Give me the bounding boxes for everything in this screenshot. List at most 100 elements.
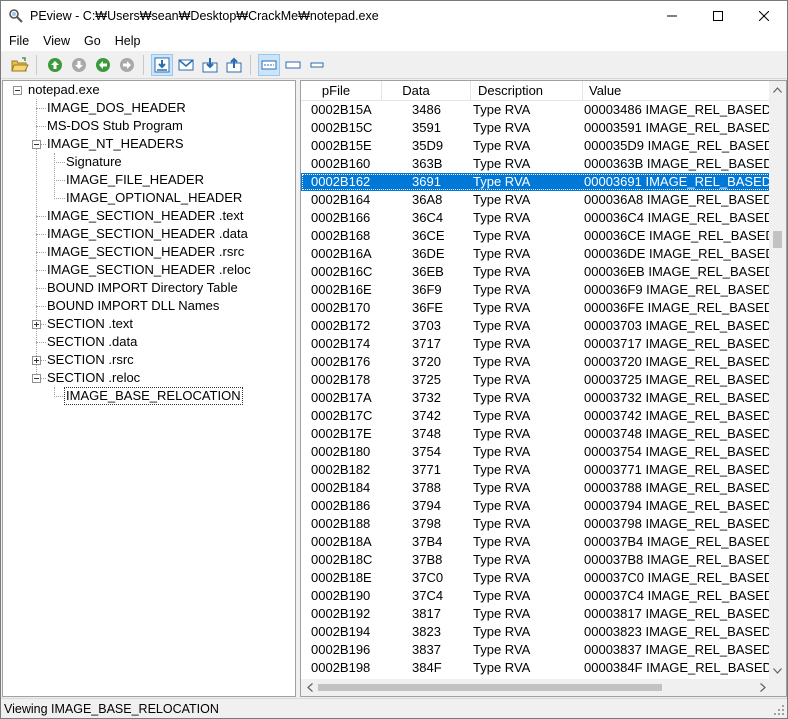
scroll-down-icon[interactable] bbox=[769, 662, 786, 679]
table-row[interactable]: 0002B176 3720 Type RVA 00003720 IMAGE_REL_B… bbox=[301, 353, 771, 371]
table-row[interactable]: 0002B15E 35D9 Type RVA 000035D9 IMAGE_REL_B… bbox=[301, 137, 771, 155]
nav-forward-button[interactable] bbox=[116, 54, 138, 76]
cell-data: 37C4 bbox=[412, 588, 444, 603]
table-row[interactable]: 0002B17A 3732 Type RVA 00003732 IMAGE_REL_B… bbox=[301, 389, 771, 407]
vertical-scroll-thumb[interactable] bbox=[773, 231, 782, 248]
table-row[interactable]: 0002B16C 36EB Type RVA 000036EB IMAGE_REL_B… bbox=[301, 263, 771, 281]
table-row[interactable]: 0002B18A 37B4 Type RVA 000037B4 IMAGE_REL_B… bbox=[301, 533, 771, 551]
table-row[interactable]: 0002B172 3703 Type RVA 00003703 IMAGE_REL_B… bbox=[301, 317, 771, 335]
tree-item-dos-stub[interactable]: MS-DOS Stub Program bbox=[45, 117, 185, 135]
table-row[interactable]: 0002B196 3837 Type RVA 00003837 IMAGE_REL_B… bbox=[301, 641, 771, 659]
view-import-button[interactable] bbox=[199, 54, 221, 76]
table-row[interactable]: 0002B194 3823 Type RVA 00003823 IMAGE_REL_B… bbox=[301, 623, 771, 641]
tree-item-section-reloc[interactable]: SECTION .reloc bbox=[45, 369, 142, 387]
tree-item-bound-import-names[interactable]: BOUND IMPORT DLL Names bbox=[45, 297, 221, 315]
table-row[interactable]: 0002B164 36A8 Type RVA 000036A8 IMAGE_REL_B… bbox=[301, 191, 771, 209]
table-row[interactable]: 0002B18C 37B8 Type RVA 000037B8 IMAGE_REL_B… bbox=[301, 551, 771, 569]
table-row[interactable]: 0002B188 3798 Type RVA 00003798 IMAGE_REL_B… bbox=[301, 515, 771, 533]
tree-collapse-toggle[interactable] bbox=[32, 374, 41, 383]
tree-item-signature[interactable]: Signature bbox=[64, 153, 124, 171]
vertical-scrollbar[interactable] bbox=[769, 81, 786, 679]
table-row[interactable]: 0002B180 3754 Type RVA 00003754 IMAGE_REL_B… bbox=[301, 443, 771, 461]
cell-description: Type RVA bbox=[473, 660, 531, 675]
close-button[interactable] bbox=[741, 1, 787, 31]
tree-collapse-toggle[interactable] bbox=[13, 86, 22, 95]
tree-item-file-header[interactable]: IMAGE_FILE_HEADER bbox=[64, 171, 206, 189]
section-tree[interactable]: notepad.exe IMAGE_DOS_HEADER MS-DOS Stub… bbox=[2, 80, 296, 697]
menu-file[interactable]: File bbox=[1, 31, 36, 52]
tree-expand-toggle[interactable] bbox=[32, 356, 41, 365]
table-row[interactable]: 0002B162 3691 Type RVA 00003691 IMAGE_REL_B… bbox=[301, 173, 771, 191]
table-row[interactable]: 0002B18E 37C0 Type RVA 000037C0 IMAGE_REL_B… bbox=[301, 569, 771, 587]
column-header-value[interactable]: Value bbox=[583, 81, 771, 101]
view-hex-button[interactable] bbox=[151, 54, 173, 76]
view-list-button[interactable] bbox=[258, 54, 280, 76]
table-row[interactable]: 0002B190 37C4 Type RVA 000037C4 IMAGE_REL_B… bbox=[301, 587, 771, 605]
table-row[interactable]: 0002B16E 36F9 Type RVA 000036F9 IMAGE_REL_B… bbox=[301, 281, 771, 299]
minimize-button[interactable] bbox=[649, 1, 695, 31]
table-row[interactable]: 0002B174 3717 Type RVA 00003717 IMAGE_REL_B… bbox=[301, 335, 771, 353]
table-row[interactable]: 0002B166 36C4 Type RVA 000036C4 IMAGE_REL_B… bbox=[301, 209, 771, 227]
relocation-list[interactable]: pFile Data Description Value 0002B15A 348… bbox=[300, 80, 787, 697]
open-file-button[interactable] bbox=[9, 54, 31, 76]
tree-item-nt-headers[interactable]: IMAGE_NT_HEADERS bbox=[45, 135, 186, 153]
column-header-data[interactable]: Data bbox=[382, 81, 471, 101]
tree-item-section-header-rsrc[interactable]: IMAGE_SECTION_HEADER .rsrc bbox=[45, 243, 246, 261]
table-row[interactable]: 0002B17E 3748 Type RVA 00003748 IMAGE_REL_B… bbox=[301, 425, 771, 443]
menu-view[interactable]: View bbox=[36, 31, 77, 52]
tree-expand-toggle[interactable] bbox=[32, 320, 41, 329]
maximize-button[interactable] bbox=[695, 1, 741, 31]
table-row[interactable]: 0002B17C 3742 Type RVA 00003742 IMAGE_REL_B… bbox=[301, 407, 771, 425]
table-row[interactable]: 0002B184 3788 Type RVA 00003788 IMAGE_REL_B… bbox=[301, 479, 771, 497]
horizontal-scroll-thumb[interactable] bbox=[318, 684, 662, 691]
column-header-description[interactable]: Description bbox=[471, 81, 583, 101]
scroll-up-icon[interactable] bbox=[769, 81, 786, 98]
cell-description: Type RVA bbox=[473, 174, 531, 189]
table-row[interactable]: 0002B186 3794 Type RVA 00003794 IMAGE_REL_B… bbox=[301, 497, 771, 515]
tree-item-section-rsrc[interactable]: SECTION .rsrc bbox=[45, 351, 136, 369]
scroll-left-icon[interactable] bbox=[301, 679, 318, 696]
table-row[interactable]: 0002B182 3771 Type RVA 00003771 IMAGE_REL_B… bbox=[301, 461, 771, 479]
table-row[interactable]: 0002B160 363B Type RVA 0000363B IMAGE_REL_B… bbox=[301, 155, 771, 173]
horizontal-scrollbar[interactable] bbox=[301, 679, 771, 696]
cell-description: Type RVA bbox=[473, 354, 531, 369]
nav-down-button[interactable] bbox=[68, 54, 90, 76]
title-bar[interactable]: PEview - C:₩Users₩sean₩Desktop₩CrackMe₩n… bbox=[1, 1, 787, 31]
tree-item-section-header-reloc[interactable]: IMAGE_SECTION_HEADER .reloc bbox=[45, 261, 253, 279]
table-row[interactable]: 0002B15C 3591 Type RVA 00003591 IMAGE_REL_B… bbox=[301, 119, 771, 137]
column-header-pfile[interactable]: pFile bbox=[301, 81, 382, 101]
cell-description: Type RVA bbox=[473, 138, 531, 153]
tree-item-section-data[interactable]: SECTION .data bbox=[45, 333, 139, 351]
cell-pfile: 0002B184 bbox=[311, 480, 371, 495]
menu-help[interactable]: Help bbox=[108, 31, 148, 52]
tree-item-root[interactable]: notepad.exe bbox=[26, 81, 102, 99]
view-mail-button[interactable] bbox=[175, 54, 197, 76]
table-row[interactable]: 0002B168 36CE Type RVA 000036CE IMAGE_REL_B… bbox=[301, 227, 771, 245]
cell-data: 3771 bbox=[412, 462, 441, 477]
view-small-button[interactable] bbox=[306, 54, 328, 76]
table-row[interactable]: 0002B192 3817 Type RVA 00003817 IMAGE_REL_B… bbox=[301, 605, 771, 623]
tree-item-optional-header[interactable]: IMAGE_OPTIONAL_HEADER bbox=[64, 189, 244, 207]
table-row[interactable]: 0002B16A 36DE Type RVA 000036DE IMAGE_REL_B… bbox=[301, 245, 771, 263]
resize-grip-icon[interactable] bbox=[773, 704, 785, 716]
tree-item-section-text[interactable]: SECTION .text bbox=[45, 315, 135, 333]
view-export-button[interactable] bbox=[223, 54, 245, 76]
view-flat-button[interactable] bbox=[282, 54, 304, 76]
table-row[interactable]: 0002B178 3725 Type RVA 00003725 IMAGE_REL_B… bbox=[301, 371, 771, 389]
tree-collapse-toggle[interactable] bbox=[32, 140, 41, 149]
tree-item-base-relocation[interactable]: IMAGE_BASE_RELOCATION bbox=[64, 387, 243, 405]
tree-item-dos-header[interactable]: IMAGE_DOS_HEADER bbox=[45, 99, 188, 117]
tree-item-label: SECTION .text bbox=[47, 316, 133, 331]
nav-up-button[interactable] bbox=[44, 54, 66, 76]
menu-go[interactable]: Go bbox=[77, 31, 108, 52]
nav-back-button[interactable] bbox=[92, 54, 114, 76]
tree-item-section-header-data[interactable]: IMAGE_SECTION_HEADER .data bbox=[45, 225, 250, 243]
view-import-icon bbox=[202, 58, 218, 73]
cell-value: 000037C0 IMAGE_REL_BASED_HIGHLOW bbox=[584, 570, 771, 585]
tree-item-section-header-text[interactable]: IMAGE_SECTION_HEADER .text bbox=[45, 207, 246, 225]
cell-pfile: 0002B190 bbox=[311, 588, 371, 603]
table-row[interactable]: 0002B170 36FE Type RVA 000036FE IMAGE_REL_B… bbox=[301, 299, 771, 317]
table-row[interactable]: 0002B15A 3486 Type RVA 00003486 IMAGE_REL_B… bbox=[301, 101, 771, 119]
tree-item-bound-import-table[interactable]: BOUND IMPORT Directory Table bbox=[45, 279, 240, 297]
table-row[interactable]: 0002B198 384F Type RVA 0000384F IMAGE_REL_B… bbox=[301, 659, 771, 677]
